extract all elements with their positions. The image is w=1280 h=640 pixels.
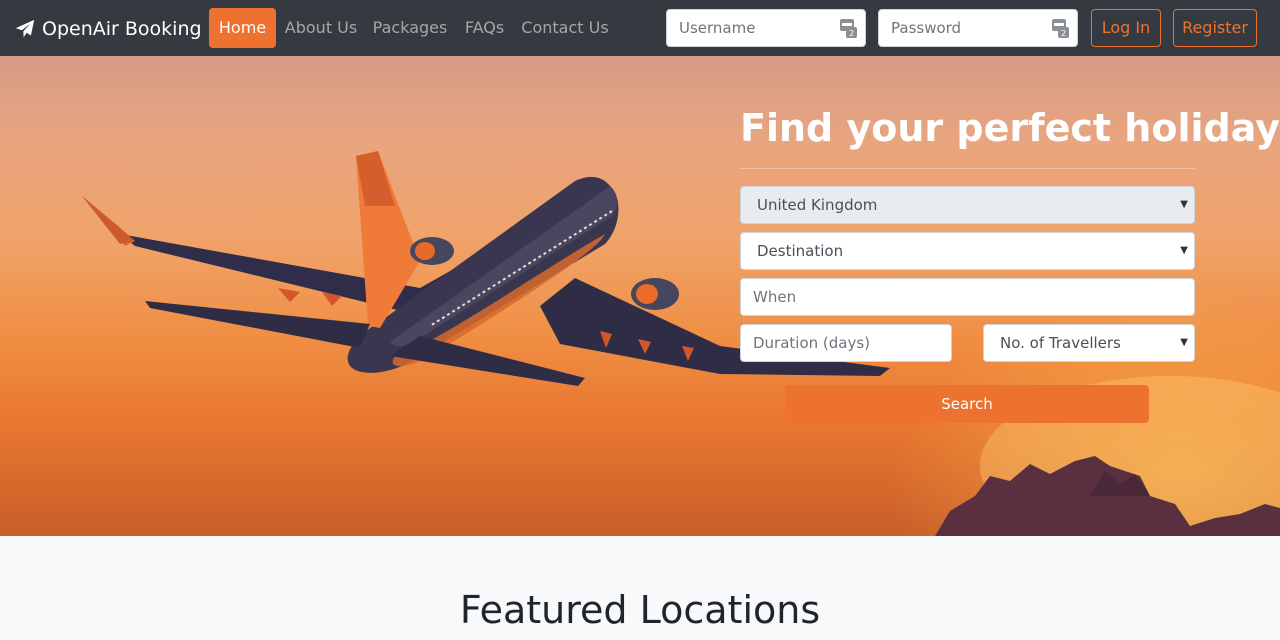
origin-select[interactable]: United Kingdom ▼ bbox=[740, 186, 1195, 224]
login-button[interactable]: Log In bbox=[1091, 9, 1161, 47]
username-field: 2 bbox=[666, 9, 866, 47]
key-icon[interactable]: 2 bbox=[1052, 19, 1069, 38]
password-input[interactable] bbox=[879, 10, 1077, 46]
password-field: 2 bbox=[878, 9, 1078, 47]
caret-down-icon: ▼ bbox=[1180, 199, 1188, 210]
navbar: OpenAir Booking Home About Us Packages F… bbox=[0, 0, 1280, 56]
register-button[interactable]: Register bbox=[1173, 9, 1257, 47]
username-input[interactable] bbox=[667, 10, 865, 46]
caret-down-icon: ▼ bbox=[1180, 337, 1188, 348]
svg-text:2: 2 bbox=[849, 29, 854, 38]
svg-text:2: 2 bbox=[1061, 29, 1066, 38]
travellers-select[interactable]: No. of Travellers ▼ bbox=[983, 324, 1195, 362]
key-icon[interactable]: 2 bbox=[840, 19, 857, 38]
duration-field bbox=[740, 324, 952, 362]
search-button[interactable]: Search bbox=[785, 385, 1149, 423]
hero-banner: Find your perfect holiday United Kingdom… bbox=[0, 56, 1280, 536]
nav-contact-us[interactable]: Contact Us bbox=[520, 8, 610, 48]
caret-down-icon: ▼ bbox=[1180, 245, 1188, 256]
destination-select-value: Destination bbox=[757, 242, 844, 260]
brand-link[interactable]: OpenAir Booking bbox=[14, 15, 202, 43]
brand-name: OpenAir Booking bbox=[42, 18, 202, 40]
featured-locations-heading: Featured Locations bbox=[459, 588, 821, 632]
nav-home[interactable]: Home bbox=[209, 8, 276, 48]
hero-divider bbox=[740, 168, 1195, 169]
travellers-select-value: No. of Travellers bbox=[1000, 334, 1121, 352]
paper-plane-icon bbox=[15, 19, 35, 38]
when-field bbox=[740, 278, 1195, 316]
when-input[interactable] bbox=[753, 279, 1194, 315]
nav-faqs[interactable]: FAQs bbox=[461, 8, 508, 48]
nav-about-us[interactable]: About Us bbox=[282, 8, 360, 48]
hero-title: Find your perfect holiday bbox=[740, 106, 1280, 150]
nav-packages[interactable]: Packages bbox=[372, 8, 448, 48]
destination-select[interactable]: Destination ▼ bbox=[740, 232, 1195, 270]
origin-select-value: United Kingdom bbox=[757, 196, 878, 214]
duration-input[interactable] bbox=[753, 325, 951, 361]
